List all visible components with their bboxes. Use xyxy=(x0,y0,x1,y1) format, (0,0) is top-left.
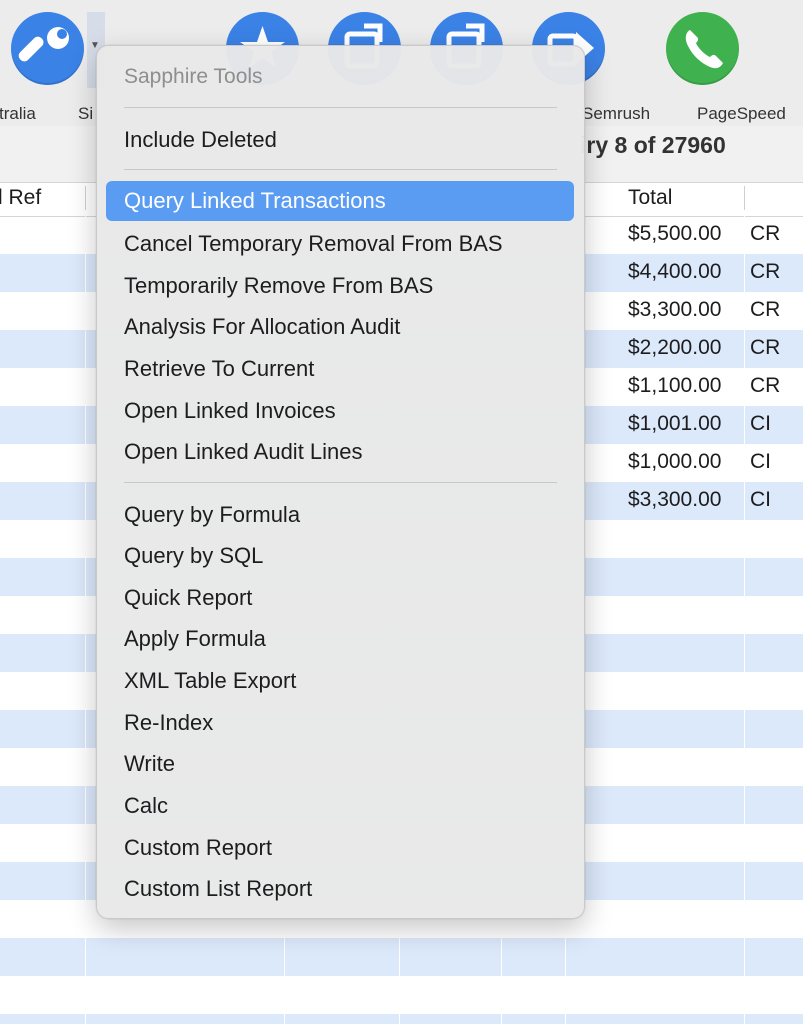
menu-item-custom-report[interactable]: Custom Report xyxy=(106,828,574,868)
menu-separator xyxy=(124,107,557,108)
menu-item-label: Custom Report xyxy=(124,835,272,860)
cell-total: $3,300.00 xyxy=(628,298,722,321)
cell-type: CI xyxy=(750,450,771,473)
menu-item-open-linked-audit-lines[interactable]: Open Linked Audit Lines xyxy=(106,432,574,472)
menu-separator xyxy=(124,482,557,483)
menu-item-xml-table-export[interactable]: XML Table Export xyxy=(106,661,574,701)
menu-separator xyxy=(124,169,557,170)
toolbar-label-australia: tralia xyxy=(0,104,36,123)
grid-line xyxy=(85,216,86,1024)
menu-item-label: Quick Report xyxy=(124,585,253,610)
menu-item-re-index[interactable]: Re-Index xyxy=(106,703,574,743)
column-header-ref[interactable]: l Ref xyxy=(0,186,41,210)
cell-total: $4,400.00 xyxy=(628,260,722,283)
menu-item-label: Open Linked Invoices xyxy=(124,398,336,423)
cell-type: CR xyxy=(750,374,781,397)
phone-button[interactable] xyxy=(666,12,739,85)
cell-total: $1,100.00 xyxy=(628,374,722,397)
menu-item-label: Retrieve To Current xyxy=(124,356,315,381)
table-row[interactable] xyxy=(0,976,803,1014)
cell-total: $2,200.00 xyxy=(628,336,722,359)
menu-item-temporarily-remove[interactable]: Temporarily Remove From BAS xyxy=(106,266,574,306)
phone-icon xyxy=(685,30,723,69)
menu-item-label: Query Linked Transactions xyxy=(124,188,386,213)
cell-type: CR xyxy=(750,336,781,359)
menu-item-label: Calc xyxy=(124,793,169,818)
menu-item-custom-list-report[interactable]: Custom List Report xyxy=(106,869,574,909)
cell-type: CR xyxy=(750,260,781,283)
menu-item-label: Query by SQL xyxy=(124,543,264,568)
menu-item-quick-report[interactable]: Quick Report xyxy=(106,578,574,618)
table-row[interactable] xyxy=(0,938,803,976)
menu-title: Sapphire Tools xyxy=(124,65,263,88)
column-header-total[interactable]: Total xyxy=(628,186,672,210)
menu-item-query-linked-transactions[interactable]: Query Linked Transactions xyxy=(106,181,574,221)
menu-item-label: Write xyxy=(124,751,175,776)
menu-item-label: Temporarily Remove From BAS xyxy=(124,273,434,298)
column-divider[interactable] xyxy=(744,186,745,210)
menu-item-cancel-temporary-removal[interactable]: Cancel Temporary Removal From BAS xyxy=(106,224,574,264)
menu-item-include-deleted[interactable]: Include Deleted xyxy=(106,120,574,160)
table-row[interactable] xyxy=(0,1014,803,1024)
menu-item-label: XML Table Export xyxy=(124,668,297,693)
menu-item-calc[interactable]: Calc xyxy=(106,786,574,826)
menu-item-apply-formula[interactable]: Apply Formula xyxy=(106,619,574,659)
cell-type: CR xyxy=(750,222,781,245)
cell-type: CI xyxy=(750,488,771,511)
menu-item-label: Re-Index xyxy=(124,710,214,735)
menu-item-open-linked-invoices[interactable]: Open Linked Invoices xyxy=(106,391,574,431)
menu-item-query-by-formula[interactable]: Query by Formula xyxy=(106,495,574,535)
menu-item-retrieve-to-current[interactable]: Retrieve To Current xyxy=(106,349,574,389)
menu-item-label: Query by Formula xyxy=(124,502,301,527)
menu-item-analysis-allocation-audit[interactable]: Analysis For Allocation Audit xyxy=(106,307,574,347)
menu-item-label: Custom List Report xyxy=(124,876,313,901)
cell-total: $1,000.00 xyxy=(628,450,722,473)
toolbar-label-si: Si xyxy=(78,104,94,123)
toolbar-label-semrush: Semrush xyxy=(582,104,651,123)
sapphire-tools-menu: Sapphire Tools Include Deleted Query Lin… xyxy=(96,45,585,919)
toolbar-label-pagespeed: PageSpeed xyxy=(697,104,786,123)
grid-line xyxy=(744,216,745,1024)
wrench-icon xyxy=(18,27,69,64)
cell-type: CI xyxy=(750,412,771,435)
cell-total: $1,001.00 xyxy=(628,412,722,435)
record-count: iry 8 of 27960 xyxy=(580,132,726,158)
column-divider[interactable] xyxy=(85,186,86,210)
cell-total: $3,300.00 xyxy=(628,488,722,511)
menu-item-write[interactable]: Write xyxy=(106,744,574,784)
menu-item-label: Include Deleted xyxy=(124,127,277,152)
cell-type: CR xyxy=(750,298,781,321)
menu-item-label: Open Linked Audit Lines xyxy=(124,439,363,464)
menu-item-query-by-sql[interactable]: Query by SQL xyxy=(106,536,574,576)
menu-item-label: Apply Formula xyxy=(124,626,266,651)
menu-item-label: Cancel Temporary Removal From BAS xyxy=(124,231,503,256)
wrench-button[interactable] xyxy=(11,12,84,85)
cell-total: $5,500.00 xyxy=(628,222,722,245)
menu-item-label: Analysis For Allocation Audit xyxy=(124,314,401,339)
